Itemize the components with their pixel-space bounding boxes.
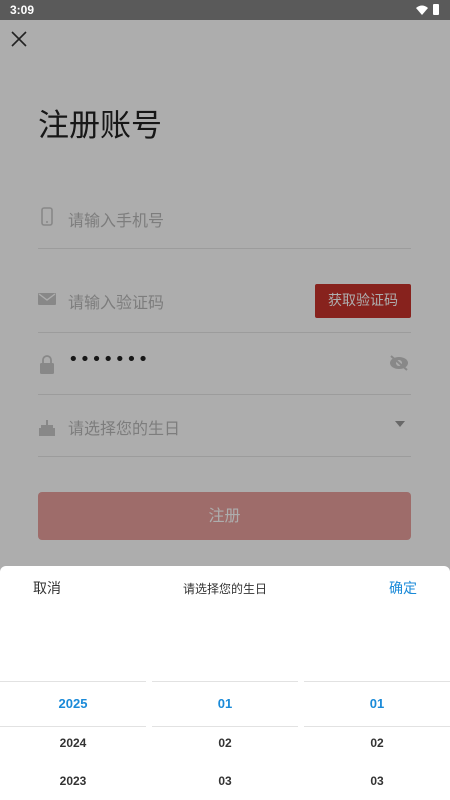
wifi-icon bbox=[416, 5, 428, 15]
status-bar: 3:09 bbox=[0, 0, 450, 20]
battery-icon bbox=[433, 4, 439, 15]
month-option[interactable]: 02 bbox=[152, 736, 298, 750]
day-option[interactable]: 02 bbox=[304, 736, 450, 750]
day-option[interactable]: 03 bbox=[304, 774, 450, 788]
year-selected[interactable]: 2025 bbox=[0, 696, 146, 711]
year-option[interactable]: 2023 bbox=[0, 774, 146, 788]
day-selected[interactable]: 01 bbox=[304, 696, 450, 711]
status-time: 3:09 bbox=[10, 3, 35, 17]
birthday-picker-sheet: 请选择您的生日 取消 确定 2025 2024 2023 01 02 03 01… bbox=[0, 566, 450, 800]
picker-title: 请选择您的生日 bbox=[182, 582, 267, 596]
picker-column-year[interactable]: 2025 2024 2023 bbox=[0, 681, 146, 800]
picker-cancel-button[interactable]: 取消 bbox=[33, 578, 61, 598]
picker-column-month[interactable]: 01 02 03 bbox=[152, 681, 298, 800]
year-option[interactable]: 2024 bbox=[0, 736, 146, 750]
month-selected[interactable]: 01 bbox=[152, 696, 298, 711]
picker-column-day[interactable]: 01 02 03 bbox=[304, 681, 450, 800]
picker-confirm-button[interactable]: 确定 bbox=[389, 578, 417, 598]
month-option[interactable]: 03 bbox=[152, 774, 298, 788]
register-screen: 注册账号 请输入手机号 请输入验证码 获取验证码 ••••••• 请选择您的生日… bbox=[0, 20, 450, 800]
